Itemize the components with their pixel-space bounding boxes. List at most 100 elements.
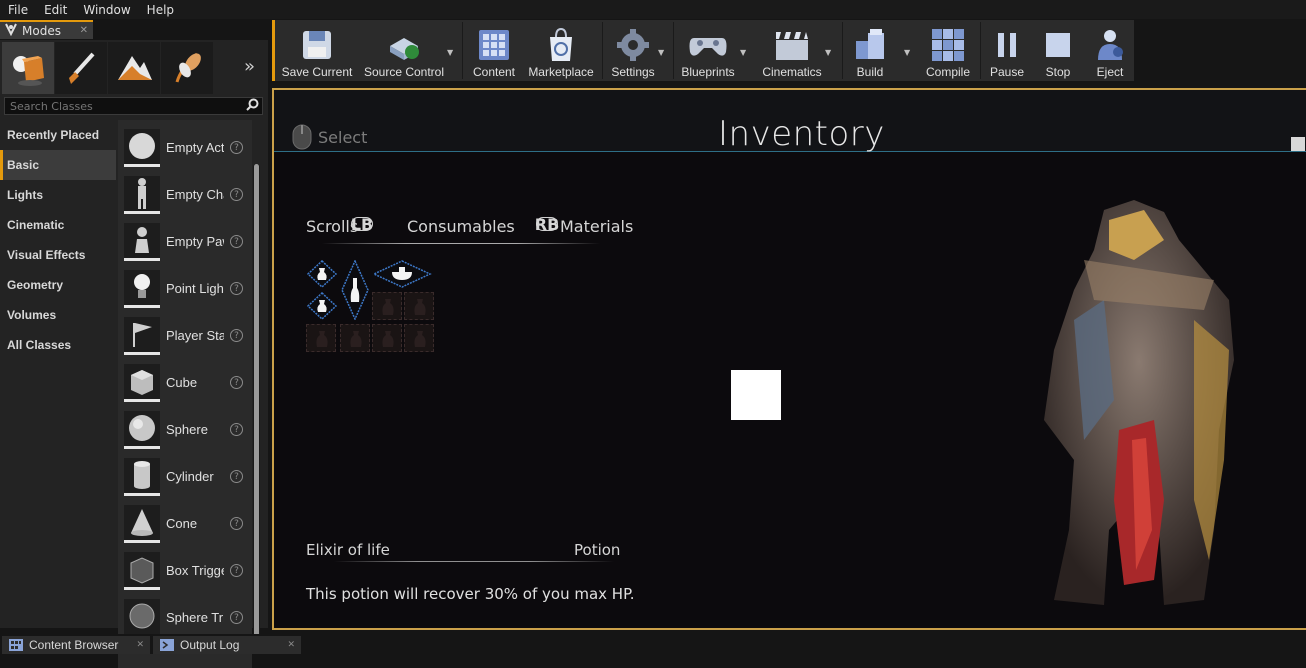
tab-materials[interactable]: Materials: [560, 217, 633, 236]
potion-slot-selected[interactable]: [306, 260, 338, 288]
list-item[interactable]: Cone ?: [118, 500, 252, 547]
list-item[interactable]: Cylinder ?: [118, 453, 252, 500]
category-volumes[interactable]: Volumes: [0, 300, 116, 330]
category-all-classes[interactable]: All Classes: [0, 330, 116, 360]
chevron-down-icon[interactable]: ▼: [447, 48, 453, 57]
eject-label: Eject: [1096, 65, 1124, 79]
scrollbar-thumb[interactable]: [254, 164, 259, 650]
game-viewport[interactable]: Select Inventory Scrolls LB Consumables …: [272, 88, 1306, 630]
chevron-down-icon[interactable]: ▼: [658, 48, 664, 57]
help-icon[interactable]: ?: [230, 282, 243, 295]
menu-window[interactable]: Window: [75, 3, 138, 17]
stop-button[interactable]: Stop: [1037, 20, 1079, 81]
list-item[interactable]: Cube ?: [118, 359, 252, 406]
empty-slot[interactable]: [404, 292, 434, 320]
menu-file[interactable]: File: [0, 3, 36, 17]
search-classes[interactable]: [4, 97, 263, 115]
chevron-down-icon[interactable]: ▼: [825, 48, 831, 57]
list-item[interactable]: Player Start ?: [118, 312, 252, 359]
help-icon[interactable]: ?: [230, 141, 243, 154]
help-icon[interactable]: ?: [230, 517, 243, 530]
list-item[interactable]: Empty Actor ?: [118, 124, 252, 171]
pause-label: Pause: [989, 65, 1025, 79]
help-icon[interactable]: ?: [230, 329, 243, 342]
tall-potion-slot[interactable]: [340, 260, 370, 320]
select-hint: Select: [292, 124, 367, 150]
save-current-button[interactable]: Save Current: [280, 20, 354, 81]
sphere-thumb-icon: [124, 410, 160, 449]
tab-output-log[interactable]: Output Log ✕: [153, 636, 301, 654]
list-item[interactable]: Empty Pawn ?: [118, 218, 252, 265]
empty-slot[interactable]: [372, 324, 402, 352]
compile-button[interactable]: Compile: [920, 20, 976, 81]
menu-edit[interactable]: Edit: [36, 3, 75, 17]
category-visual-effects[interactable]: Visual Effects: [0, 240, 116, 270]
corner-marker: [1291, 137, 1305, 151]
item-label: Point Light: [166, 281, 224, 296]
category-lights[interactable]: Lights: [0, 180, 116, 210]
category-recently-placed[interactable]: Recently Placed: [0, 120, 116, 150]
scrollbar[interactable]: [253, 164, 260, 650]
page-title: Inventory: [718, 114, 885, 154]
close-icon[interactable]: ✕: [80, 25, 88, 36]
list-item[interactable]: Point Light ?: [118, 265, 252, 312]
search-input[interactable]: [10, 99, 240, 113]
build-label: Build: [856, 65, 884, 79]
close-icon[interactable]: ✕: [287, 640, 295, 650]
tab-consumables[interactable]: Consumables: [407, 217, 515, 236]
close-icon[interactable]: ✕: [136, 640, 144, 650]
marketplace-bag-icon: [547, 25, 575, 65]
bowl-slot[interactable]: [372, 260, 432, 288]
rb-button-icon: RB: [534, 214, 560, 234]
list-item[interactable]: Empty Character ?: [118, 171, 252, 218]
foliage-mode-button[interactable]: [161, 42, 213, 94]
source-control-button[interactable]: Source Control: [360, 20, 448, 81]
landscape-mode-button[interactable]: [108, 42, 160, 94]
help-icon[interactable]: ?: [230, 376, 243, 389]
help-icon[interactable]: ?: [230, 564, 243, 577]
help-icon[interactable]: ?: [230, 423, 243, 436]
help-icon[interactable]: ?: [230, 470, 243, 483]
search-icon[interactable]: [246, 98, 259, 114]
place-mode-button[interactable]: [2, 42, 54, 94]
cinematics-button[interactable]: Cinematics: [759, 20, 825, 81]
marketplace-button[interactable]: Marketplace: [525, 20, 597, 81]
modes-tab[interactable]: Modes ✕: [0, 20, 93, 39]
build-button[interactable]: Build: [847, 20, 893, 81]
paint-mode-button[interactable]: [55, 42, 107, 94]
list-item[interactable]: Box Trigger ?: [118, 547, 252, 594]
pause-icon: [995, 25, 1019, 65]
blueprints-button[interactable]: Blueprints: [677, 20, 739, 81]
eject-button[interactable]: Eject: [1089, 20, 1131, 81]
mouse-icon: [292, 124, 312, 150]
tab-content-browser[interactable]: Content Browser ✕: [2, 636, 150, 654]
empty-slot[interactable]: [340, 324, 370, 352]
item-description: This potion will recover 30% of you max …: [306, 585, 635, 603]
menu-help[interactable]: Help: [139, 3, 182, 17]
content-button[interactable]: Content: [467, 20, 521, 81]
cube-thumb-icon: [124, 363, 160, 402]
pawn-thumb-icon: [124, 222, 160, 261]
foliage-icon: [175, 52, 201, 83]
category-cinematic[interactable]: Cinematic: [0, 210, 116, 240]
help-icon[interactable]: ?: [230, 235, 243, 248]
empty-slot[interactable]: [372, 292, 402, 320]
source-control-icon: [384, 25, 424, 65]
cylinder-thumb-icon: [124, 457, 160, 496]
item-label: Cone: [166, 516, 198, 531]
list-item[interactable]: Sphere ?: [118, 406, 252, 453]
empty-slot[interactable]: [306, 324, 336, 352]
help-icon[interactable]: ?: [230, 611, 243, 624]
chevron-down-icon[interactable]: ▼: [904, 48, 910, 57]
category-basic[interactable]: Basic: [0, 150, 116, 180]
settings-button[interactable]: Settings: [605, 20, 661, 81]
pause-button[interactable]: Pause: [985, 20, 1029, 81]
category-geometry[interactable]: Geometry: [0, 270, 116, 300]
mode-buttons: [2, 42, 214, 94]
chevron-down-icon[interactable]: ▼: [740, 48, 746, 57]
chevron-right-icon[interactable]: »: [244, 56, 255, 77]
empty-slot[interactable]: [404, 324, 434, 352]
potion-slot[interactable]: [306, 292, 338, 320]
item-label: Box Trigger: [166, 563, 224, 578]
help-icon[interactable]: ?: [230, 188, 243, 201]
